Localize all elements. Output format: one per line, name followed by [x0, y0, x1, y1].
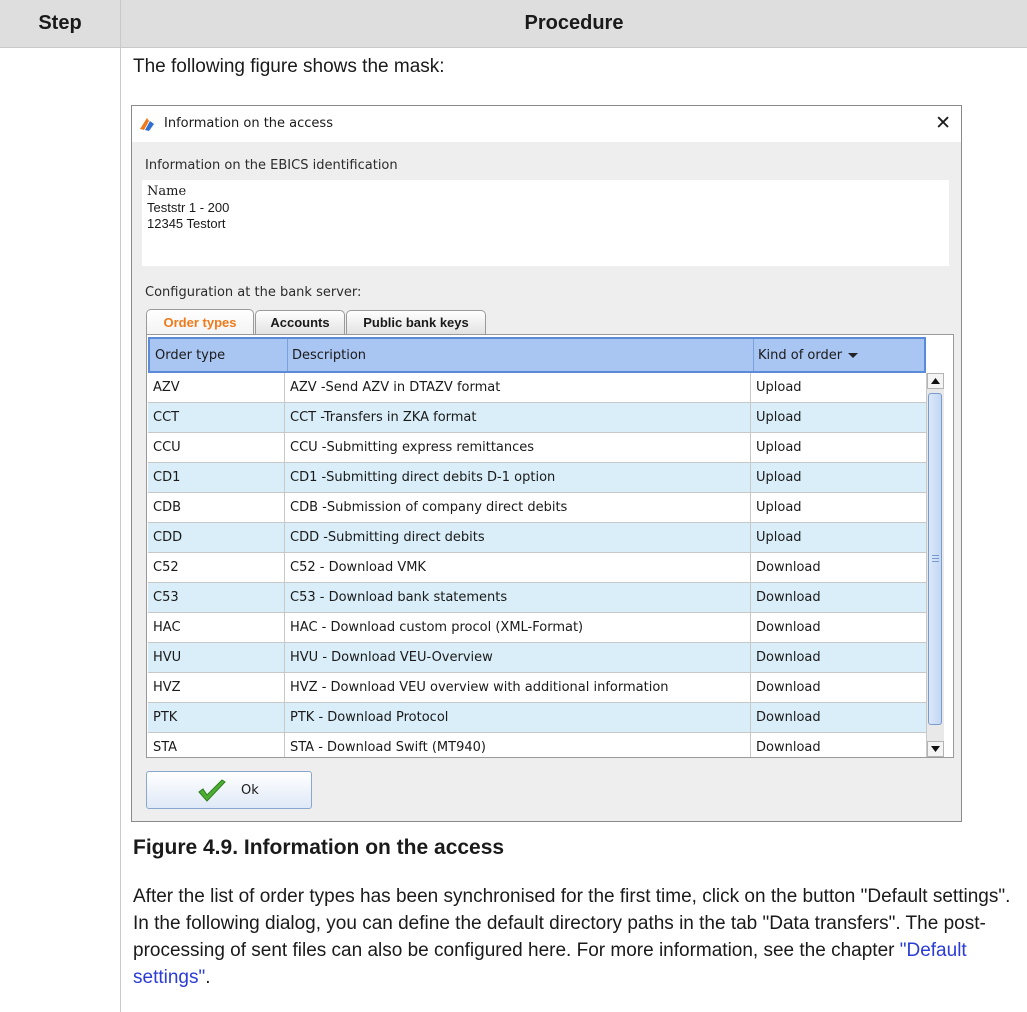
- table-row[interactable]: HVU HVU - Download VEU-Overview Download: [148, 643, 926, 673]
- bank-config-label: Configuration at the bank server:: [145, 285, 362, 300]
- scroll-up-button[interactable]: [927, 373, 944, 389]
- table-row[interactable]: CCT CCT -Transfers in ZKA format Upload: [148, 403, 926, 433]
- close-icon[interactable]: ✕: [935, 112, 951, 134]
- instruction-paragraph: After the list of order types has been s…: [133, 883, 1023, 991]
- table-row[interactable]: AZV AZV -Send AZV in DTAZV format Upload: [148, 373, 926, 403]
- tab-public-bank-keys[interactable]: Public bank keys: [346, 310, 486, 334]
- procedure-column-header: Procedure: [524, 12, 624, 34]
- table-header-row: Step Procedure: [0, 0, 1027, 48]
- ebics-info-box: Name Teststr 1 - 200 12345 Testort: [142, 180, 949, 266]
- access-info-dialog: Information on the access ✕ Information …: [131, 105, 962, 822]
- table-row[interactable]: CCU CCU -Submitting express remittances Up…: [148, 433, 926, 463]
- dialog-title: Information on the access: [164, 116, 333, 131]
- table-body: AZV AZV -Send AZV in DTAZV format Upload C…: [148, 373, 926, 757]
- table-row[interactable]: CDB CDB -Submission of company direct deb…: [148, 493, 926, 523]
- checkmark-icon: [198, 779, 226, 802]
- ok-button[interactable]: Ok: [146, 771, 312, 809]
- col-order-type[interactable]: Order type: [150, 339, 287, 371]
- table-row[interactable]: C52 C52 - Download VMK Download: [148, 553, 926, 583]
- table-row[interactable]: HVZ HVZ - Download VEU overview with addi…: [148, 673, 926, 703]
- table-head: Order type Description Kind of order: [148, 337, 926, 373]
- intro-text: The following figure shows the mask:: [133, 56, 445, 77]
- table-row[interactable]: PTK PTK - Download Protocol Download: [148, 703, 926, 733]
- table-row[interactable]: HAC HAC - Download custom procol (XML-For…: [148, 613, 926, 643]
- tab-order-types[interactable]: Order types: [146, 309, 254, 335]
- col-kind-label: Kind of order: [758, 347, 843, 363]
- sort-down-icon: [848, 352, 859, 358]
- vertical-scrollbar[interactable]: [926, 373, 944, 757]
- column-divider: [120, 0, 121, 1012]
- ok-label: Ok: [241, 783, 259, 798]
- chevron-up-icon: [931, 378, 940, 384]
- col-kind-of-order[interactable]: Kind of order: [753, 339, 924, 371]
- scrollbar-thumb[interactable]: [928, 393, 942, 725]
- paragraph-end: .: [205, 967, 211, 988]
- ebics-label: Information on the EBICS identification: [145, 158, 398, 173]
- tab-accounts[interactable]: Accounts: [255, 310, 345, 334]
- table-row[interactable]: C53 C53 - Download bank statements Downloa…: [148, 583, 926, 613]
- paragraph-text: After the list of order types has been s…: [133, 886, 1011, 961]
- info-name: Name: [147, 184, 187, 199]
- info-street: Teststr 1 - 200: [147, 200, 230, 215]
- col-description[interactable]: Description: [287, 339, 753, 371]
- table-row[interactable]: STA STA - Download Swift (MT940) Download: [148, 733, 926, 757]
- scroll-down-button[interactable]: [927, 741, 944, 757]
- figure-caption: Figure 4.9. Information on the access: [133, 836, 505, 859]
- step-column-header: Step: [38, 12, 82, 34]
- app-logo-icon: [140, 118, 154, 131]
- table-row[interactable]: CDD CDD -Submitting direct debits Upload: [148, 523, 926, 553]
- dialog-titlebar: Information on the access ✕: [132, 106, 961, 142]
- info-city: 12345 Testort: [147, 216, 226, 231]
- table-row[interactable]: CD1 CD1 -Submitting direct debits D-1 opt…: [148, 463, 926, 493]
- chevron-down-icon: [931, 746, 940, 752]
- order-types-table: Order type Description Kind of order AZV…: [146, 334, 954, 758]
